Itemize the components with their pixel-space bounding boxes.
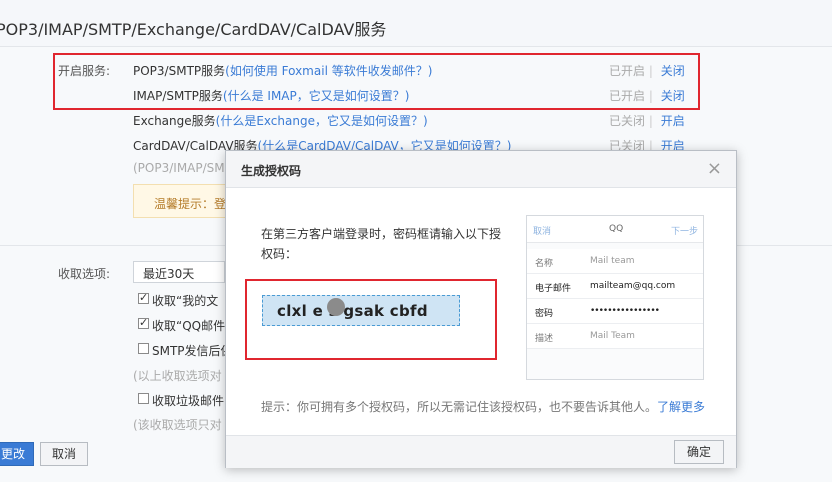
preview-key: 密码 bbox=[535, 309, 554, 319]
cursor-blob-icon bbox=[327, 298, 345, 316]
checkbox-smtp-save[interactable] bbox=[138, 343, 149, 354]
service-name: Exchange服务 bbox=[133, 114, 216, 128]
section-title: POP3/IMAP/SMTP/Exchange/CardDAV/CalDAV服务 bbox=[0, 20, 387, 39]
status-text: 已关闭 bbox=[609, 114, 646, 128]
services-note: (POP3/IMAP/SM bbox=[133, 161, 225, 175]
service-status-exchange: 已关闭 | 开启 bbox=[609, 112, 685, 129]
fetch-option-label: 收取“QQ邮件 bbox=[152, 319, 226, 333]
service-help-link[interactable]: (什么是Exchange，它又是如何设置？) bbox=[216, 114, 428, 128]
fetch-range-select[interactable]: 最近30天 bbox=[133, 261, 225, 283]
confirm-button[interactable]: 确定 bbox=[674, 440, 724, 464]
warm-tip-text: 温馨提示：登 bbox=[154, 197, 227, 211]
preview-row: 名称 Mail team bbox=[527, 249, 703, 274]
preview-row: 密码 •••••••••••••••• bbox=[527, 299, 703, 324]
preview-key: 描述 bbox=[535, 334, 554, 344]
fetch-option-label: SMTP发信后保 bbox=[152, 344, 233, 358]
preview-value: •••••••••••••••• bbox=[590, 306, 660, 316]
save-button[interactable]: 更改 bbox=[0, 442, 34, 466]
cancel-button[interactable]: 取消 bbox=[40, 442, 88, 466]
toggle-exchange-link[interactable]: 开启 bbox=[661, 114, 685, 128]
service-row-exchange: Exchange服务(什么是Exchange，它又是如何设置？) bbox=[133, 112, 428, 129]
hint-text: 提示：你可拥有多个授权码，所以无需记住该授权码，也不要告诉其他人。 bbox=[261, 400, 658, 414]
preview-row: 描述 Mail Team bbox=[527, 324, 703, 349]
preview-key: 电子邮件 bbox=[535, 284, 572, 294]
preview-cancel: 取消 bbox=[533, 227, 552, 237]
auth-code-dialog: 生成授权码 × 在第三方客户端登录时，密码框请输入以下授权码： clxl e s… bbox=[225, 150, 737, 468]
status-separator: | bbox=[648, 114, 653, 128]
preview-title: QQ bbox=[609, 224, 624, 234]
preview-value: mailteam@qq.com bbox=[590, 281, 676, 291]
preview-key: 名称 bbox=[535, 259, 554, 269]
preview-row: 电子邮件 mailteam@qq.com bbox=[527, 274, 703, 299]
checkbox-fetch-my-files[interactable] bbox=[138, 291, 149, 304]
learn-more-link[interactable]: 了解更多 bbox=[657, 400, 705, 414]
section-header: POP3/IMAP/SMTP/Exchange/CardDAV/CalDAV服务 bbox=[0, 0, 832, 47]
dialog-title: 生成授权码 bbox=[241, 164, 302, 178]
dialog-description: 在第三方客户端登录时，密码框请输入以下授权码： bbox=[261, 227, 502, 261]
dialog-header: 生成授权码 × bbox=[226, 151, 736, 188]
highlight-box-services bbox=[53, 53, 700, 110]
fetch-option-label: 收取垃圾邮件 bbox=[152, 394, 225, 408]
auth-code-text: clxl e s gsak cbfd bbox=[277, 302, 428, 320]
preview-next: 下一步 bbox=[671, 227, 699, 237]
dialog-hint: 提示：你可拥有多个授权码，所以无需记住该授权码，也不要告诉其他人。了解更多 bbox=[261, 398, 705, 415]
close-icon[interactable]: × bbox=[707, 158, 722, 179]
fetch-note-2: (该收取选项只对 bbox=[133, 418, 222, 432]
checkbox-fetch-spam[interactable] bbox=[138, 393, 149, 404]
client-setup-preview: 取消 QQ 下一步 名称 Mail team 电子邮件 mailteam@qq.… bbox=[526, 215, 704, 380]
preview-topbar: 取消 QQ 下一步 bbox=[527, 216, 703, 243]
select-value: 最近30天 bbox=[143, 267, 195, 281]
fetch-note-1: (以上收取选项对 bbox=[133, 369, 222, 383]
auth-code-box[interactable]: clxl e s gsak cbfd bbox=[262, 295, 460, 326]
preview-value: Mail team bbox=[590, 256, 635, 266]
dialog-footer: 确定 bbox=[226, 435, 736, 468]
fetch-label: 收取选项: bbox=[58, 267, 111, 281]
checkbox-fetch-qq-mail[interactable] bbox=[138, 316, 149, 329]
fetch-option-label: 收取“我的文 bbox=[152, 294, 219, 308]
preview-value: Mail Team bbox=[590, 331, 635, 341]
